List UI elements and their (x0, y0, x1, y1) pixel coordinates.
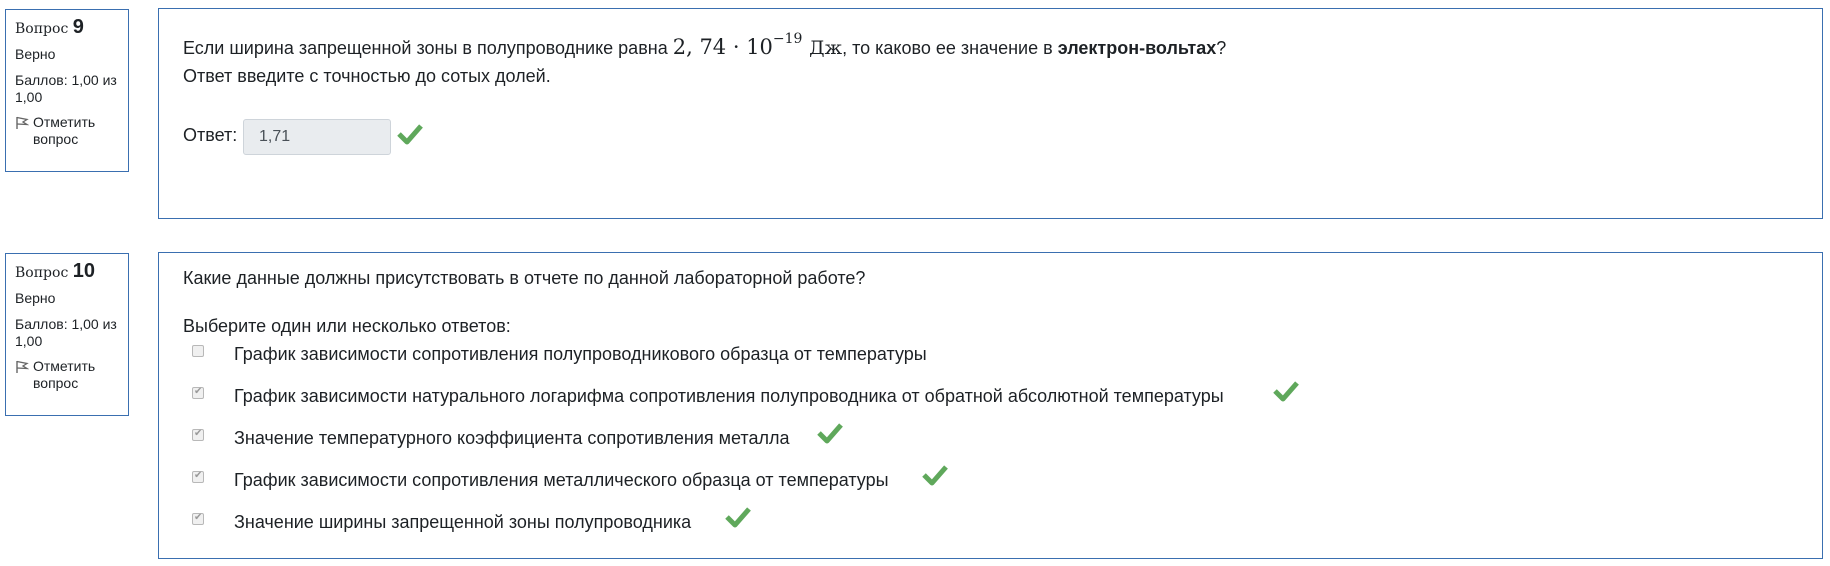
answer-label: Ответ: (183, 125, 238, 145)
option-label: График зависимости сопротивления металли… (234, 470, 889, 490)
option-label: График зависимости натурального логарифм… (234, 386, 1224, 406)
option-label: График зависимости сопротивления полупро… (234, 344, 927, 364)
correct-check-icon (817, 423, 843, 444)
answer-prompt: Выберите один или несколько ответов: (183, 316, 511, 336)
checkmark-icon: ✔ (194, 386, 203, 397)
question-label: Вопрос (15, 21, 69, 37)
flag-icon (16, 116, 29, 129)
correct-check-icon (397, 124, 423, 145)
question-state: Верно (15, 46, 56, 62)
option-label: Значение ширины запрещенной зоны полупро… (234, 512, 692, 532)
question-grade: Баллов: 1,00 из 1,00 (15, 316, 117, 349)
question-text-start: Если ширина запрещенной зоны в полупрово… (183, 38, 668, 58)
option-checkbox[interactable] (192, 345, 204, 357)
math-exponent: −19 (772, 31, 803, 47)
question-number: Вопрос 10 (15, 260, 128, 282)
question-number-value: 9 (72, 16, 84, 38)
option-label: Значение температурного коэффициента соп… (234, 428, 790, 448)
flag-icon (16, 360, 29, 373)
question-10-info: Вопрос 10 Верно Баллов: 1,00 из 1,00 Отм… (5, 253, 129, 416)
question-text: Какие данные должны присутствовать в отч… (183, 268, 866, 288)
checkmark-icon: ✔ (194, 470, 203, 481)
option-checkbox[interactable]: ✔ (192, 470, 204, 483)
checkmark-icon: ✔ (194, 428, 203, 439)
question-grade: Баллов: 1,00 из 1,00 (15, 72, 117, 105)
question-text-end: ? (1216, 38, 1227, 58)
flag-question-button[interactable]: Отметить вопрос (15, 358, 128, 392)
question-number-value: 10 (72, 260, 95, 282)
correct-check-icon (922, 465, 948, 486)
math-unit: Дж (809, 37, 843, 59)
question-9-content: Если ширина запрещенной зоны в полупрово… (158, 8, 1823, 219)
math-formula: 2, 74 · 10−19 Дж (672, 31, 843, 59)
question-10-content: Какие данные должны присутствовать в отч… (158, 252, 1823, 559)
question-instruction: Ответ введите с точностью до сотых долей… (183, 66, 551, 86)
question-9-info: Вопрос 9 Верно Баллов: 1,00 из 1,00 Отме… (5, 9, 129, 172)
question-text: Если ширина запрещенной зоны в полупрово… (183, 31, 1226, 59)
option-checkbox[interactable]: ✔ (192, 386, 204, 399)
flag-question-label: Отметить вопрос (33, 358, 96, 391)
flag-question-label: Отметить вопрос (33, 114, 96, 147)
checkmark-icon: ✔ (194, 512, 203, 523)
flag-question-button[interactable]: Отметить вопрос (15, 114, 128, 148)
correct-check-icon (725, 507, 751, 528)
question-state: Верно (15, 290, 56, 306)
question-text-bold: электрон-вольтах (1057, 38, 1217, 58)
question-text-mid: , то каково ее значение в (842, 38, 1053, 58)
option-checkbox[interactable]: ✔ (192, 512, 204, 525)
answer-input[interactable]: 1,71 (243, 119, 391, 155)
question-number: Вопрос 9 (15, 16, 128, 38)
math-base: 2, 74 · 10 (672, 35, 773, 59)
question-label: Вопрос (15, 265, 69, 281)
correct-check-icon (1273, 381, 1299, 402)
option-checkbox[interactable]: ✔ (192, 428, 204, 441)
